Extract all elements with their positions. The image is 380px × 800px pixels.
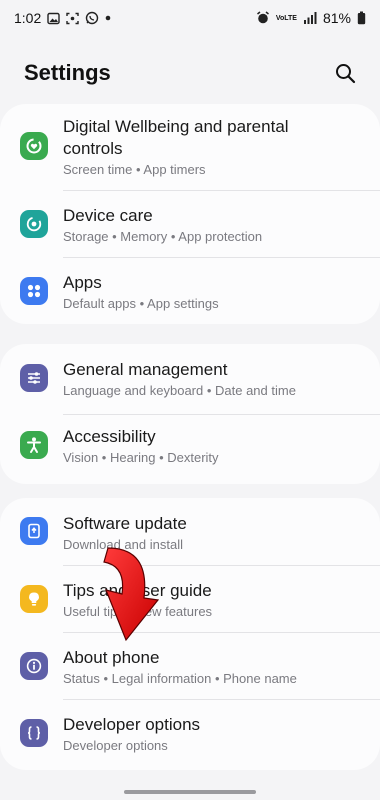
tips-icon — [20, 585, 48, 613]
setting-subtitle: Status • Legal information • Phone name — [63, 671, 297, 686]
volte-icon: VoLTE — [276, 15, 297, 22]
volte-label: VoLTE — [275, 14, 297, 22]
gallery-icon — [47, 12, 60, 25]
search-button[interactable] — [330, 58, 360, 88]
accessibility-icon — [20, 431, 48, 459]
setting-tips-and-user-guide[interactable]: Tips and user guide Useful tips • New fe… — [0, 566, 380, 632]
signal-icon — [303, 11, 317, 25]
setting-software-update[interactable]: Software update Download and install — [0, 498, 380, 565]
wellbeing-icon — [20, 132, 48, 160]
setting-accessibility[interactable]: Accessibility Vision • Hearing • Dexteri… — [0, 415, 380, 484]
setting-subtitle: Useful tips • New features — [63, 604, 213, 619]
device-care-icon — [20, 210, 48, 238]
battery-percent: 81% — [322, 10, 351, 26]
setting-subtitle: Screen time • App timers — [63, 162, 206, 177]
setting-title: Software update — [63, 514, 187, 533]
developer-icon — [20, 719, 48, 747]
apps-icon — [20, 277, 48, 305]
setting-title: Accessibility — [63, 427, 156, 446]
setting-title: General management — [63, 360, 228, 379]
setting-device-care[interactable]: Device care Storage • Memory • App prote… — [0, 191, 380, 257]
setting-subtitle: Default apps • App settings — [63, 296, 219, 311]
page-title: Settings — [24, 60, 111, 85]
setting-subtitle: Download and install — [63, 537, 183, 552]
status-bar: 1:02 VoLTE 81% — [0, 0, 380, 36]
setting-subtitle: Vision • Hearing • Dexterity — [63, 450, 219, 465]
software-update-icon — [20, 517, 48, 545]
general-management-icon — [20, 364, 48, 392]
setting-developer-options[interactable]: Developer options Developer options — [0, 700, 380, 770]
setting-digital-wellbeing[interactable]: Digital Wellbeing and parental controls … — [0, 104, 380, 190]
setting-title: Developer options — [63, 715, 201, 734]
setting-title: Digital Wellbeing and parental — [63, 117, 289, 136]
setting-subtitle: Developer options — [63, 738, 168, 753]
setting-subtitle: Storage • Memory • App protection — [63, 229, 263, 244]
dot-icon — [105, 15, 111, 21]
screenshot-icon — [66, 12, 79, 25]
battery-icon — [357, 11, 366, 25]
status-time: 1:02 — [14, 10, 42, 26]
setting-general-management[interactable]: General management Language and keyboard… — [0, 344, 380, 414]
info-icon — [20, 652, 48, 680]
setting-title: Device care — [63, 206, 153, 225]
setting-title-line2: controls — [63, 139, 123, 158]
home-indicator[interactable] — [124, 790, 256, 794]
setting-about-phone[interactable]: About phone Status • Legal information •… — [0, 633, 380, 699]
setting-apps[interactable]: Apps Default apps • App settings — [0, 258, 380, 324]
setting-title: Tips and user guide — [63, 581, 212, 600]
alarm-icon — [256, 11, 270, 25]
setting-title: About phone — [63, 648, 160, 667]
setting-subtitle: Language and keyboard • Date and time — [63, 383, 296, 398]
settings-header: Settings — [0, 50, 380, 96]
setting-title: Apps — [63, 273, 102, 292]
search-icon — [334, 62, 356, 84]
whatsapp-icon — [85, 11, 99, 25]
